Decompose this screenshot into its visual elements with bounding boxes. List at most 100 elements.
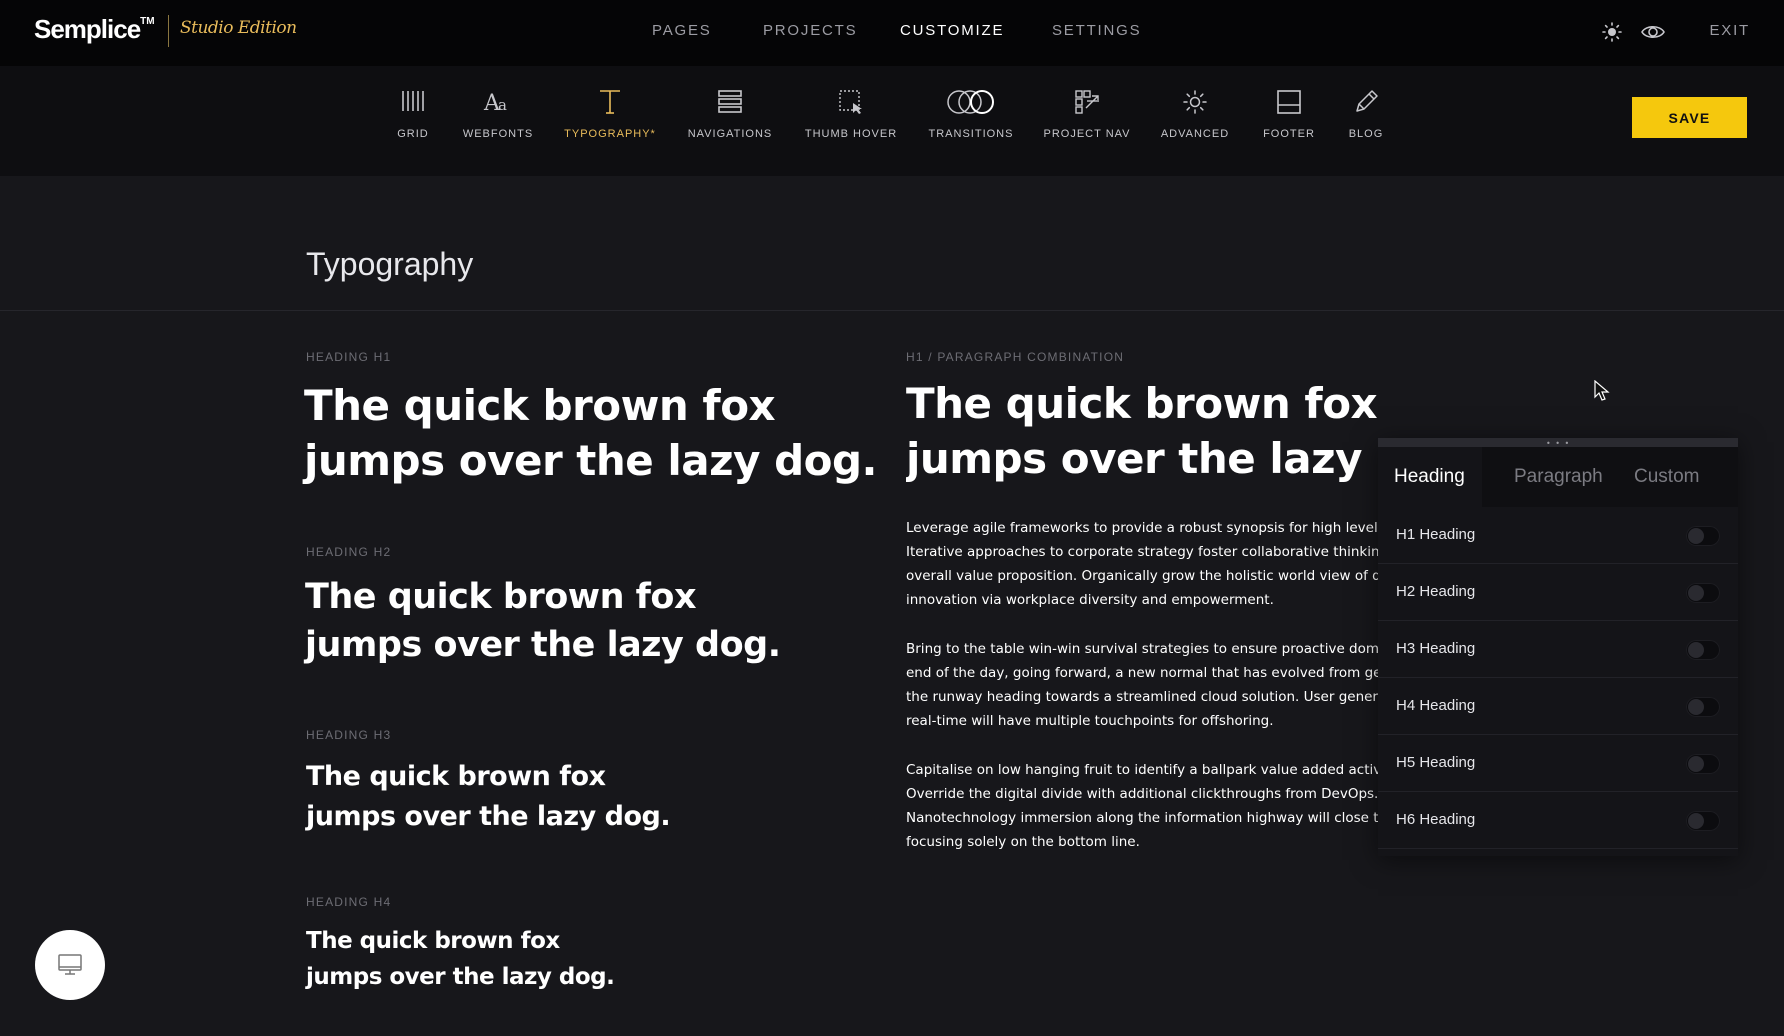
panel-tabs: Heading Paragraph Custom xyxy=(1378,447,1738,507)
paragraph-line: Leverage agile frameworks to provide a r… xyxy=(906,520,1378,536)
tab-custom[interactable]: Custom xyxy=(1618,447,1715,507)
panel-row-h5[interactable]: H5 Heading xyxy=(1378,735,1738,792)
tab-heading[interactable]: Heading xyxy=(1378,447,1481,507)
paragraph-line: Iterative approaches to corporate strate… xyxy=(906,544,1378,560)
tool-label: TRANSITIONS xyxy=(928,128,1014,140)
panel-row-h2[interactable]: H2 Heading xyxy=(1378,564,1738,621)
combination-preview[interactable]: The quick brown fox jumps over the lazy … xyxy=(906,376,1378,856)
paragraph-line: real-time will have multiple touchpoints… xyxy=(906,713,1274,729)
paragraph-line: Bring to the table win-win survival stra… xyxy=(906,641,1378,657)
paragraph-3: Capitalise on low hanging fruit to ident… xyxy=(906,758,1378,854)
tool-label: WEBFONTS xyxy=(462,128,534,140)
paragraph-line: Nanotechnology immersion along the infor… xyxy=(906,810,1378,826)
mouse-cursor-icon xyxy=(1594,379,1610,406)
label-heading-h4: HEADING H4 xyxy=(306,895,392,909)
tool-advanced[interactable]: ADVANCED xyxy=(1145,88,1245,158)
row-label: H6 Heading xyxy=(1396,811,1476,828)
device-preview-button[interactable] xyxy=(35,930,105,1000)
sample-line: jumps over the lazy dog. xyxy=(306,801,671,832)
save-button[interactable]: SAVE xyxy=(1632,97,1747,138)
tool-label: BLOG xyxy=(1348,128,1384,140)
sample-line: jumps over the lazy dog. xyxy=(305,625,781,665)
exit-link[interactable]: EXIT xyxy=(1709,22,1750,39)
panel-row-h4[interactable]: H4 Heading xyxy=(1378,678,1738,735)
h6-toggle[interactable] xyxy=(1686,811,1720,831)
webfonts-icon: Aa xyxy=(448,88,548,126)
page-title: Typography xyxy=(306,246,474,282)
tool-project-nav[interactable]: PROJECT NAV xyxy=(1037,88,1137,158)
row-label: H4 Heading xyxy=(1396,697,1476,714)
thumb-hover-icon xyxy=(801,88,901,126)
label-heading-h3: HEADING H3 xyxy=(306,728,392,742)
h5-toggle[interactable] xyxy=(1686,754,1720,774)
tool-webfonts[interactable]: Aa WEBFONTS xyxy=(448,88,548,158)
nav-projects[interactable]: PROJECTS xyxy=(763,22,857,39)
paragraph-line: the runway heading towards a streamlined… xyxy=(906,689,1378,705)
heading-line: jumps over the lazy do xyxy=(906,434,1378,483)
sample-line: The quick brown fox xyxy=(304,381,776,430)
h1-toggle[interactable] xyxy=(1686,526,1720,546)
typography-panel: • • • Heading Paragraph Custom H1 Headin… xyxy=(1378,438,1738,856)
typography-icon xyxy=(560,88,660,126)
label-heading-h1: HEADING H1 xyxy=(306,350,392,364)
h4-toggle[interactable] xyxy=(1686,697,1720,717)
tab-paragraph[interactable]: Paragraph xyxy=(1498,447,1619,507)
panel-row-h6[interactable]: H6 Heading xyxy=(1378,792,1738,849)
tool-label: ADVANCED xyxy=(1160,128,1230,140)
sample-line: The quick brown fox xyxy=(305,577,697,617)
toggle-knob xyxy=(1688,813,1704,829)
tool-blog[interactable]: BLOG xyxy=(1316,88,1416,158)
paragraph-2: Bring to the table win-win survival stra… xyxy=(906,637,1378,733)
toggle-knob xyxy=(1688,642,1704,658)
panel-drag-handle[interactable]: • • • xyxy=(1378,438,1738,448)
tool-transitions[interactable]: TRANSITIONS xyxy=(921,88,1021,158)
blog-icon xyxy=(1316,88,1416,126)
row-label: H3 Heading xyxy=(1396,640,1476,657)
toggle-knob xyxy=(1688,528,1704,544)
label-combination: H1 / PARAGRAPH COMBINATION xyxy=(906,350,1125,364)
monitor-icon xyxy=(35,952,105,978)
title-divider xyxy=(0,310,1784,311)
h2-toggle[interactable] xyxy=(1686,583,1720,603)
navigations-icon xyxy=(680,88,780,126)
tool-label: PROJECT NAV xyxy=(1043,128,1131,140)
tool-label: TYPOGRAPHY* xyxy=(564,128,656,140)
sample-line: The quick brown fox xyxy=(306,928,560,954)
tool-navigations[interactable]: NAVIGATIONS xyxy=(680,88,780,158)
paragraph-line: focusing solely on the bottom line. xyxy=(906,834,1140,850)
nav-pages[interactable]: PAGES xyxy=(652,22,712,39)
combination-heading: The quick brown fox jumps over the lazy … xyxy=(906,376,1378,486)
paragraph-1: Leverage agile frameworks to provide a r… xyxy=(906,516,1378,612)
paragraph-line: end of the day, going forward, a new nor… xyxy=(906,665,1378,681)
heading-line: The quick brown fox xyxy=(906,379,1378,428)
panel-row-h3[interactable]: H3 Heading xyxy=(1378,621,1738,678)
tool-thumb-hover[interactable]: THUMB HOVER xyxy=(801,88,901,158)
panel-row-h1[interactable]: H1 Heading xyxy=(1378,507,1738,564)
h3-toggle[interactable] xyxy=(1686,640,1720,660)
paragraph-line: Capitalise on low hanging fruit to ident… xyxy=(906,762,1378,778)
sample-h1[interactable]: The quick brown fox jumps over the lazy … xyxy=(304,378,878,488)
sample-h2[interactable]: The quick brown fox jumps over the lazy … xyxy=(305,573,781,669)
main-nav: PAGES PROJECTS CUSTOMIZE SETTINGS xyxy=(0,22,1784,42)
sample-h3[interactable]: The quick brown fox jumps over the lazy … xyxy=(306,757,671,837)
top-right-controls: EXIT xyxy=(1600,20,1750,44)
sample-line: jumps over the lazy dog. xyxy=(306,964,615,990)
transitions-icon xyxy=(921,88,1021,126)
project-nav-icon xyxy=(1037,88,1137,126)
paragraph-line: Override the digital divide with additio… xyxy=(906,786,1378,802)
paragraph-line: innovation via workplace diversity and e… xyxy=(906,592,1274,608)
sample-h4[interactable]: The quick brown fox jumps over the lazy … xyxy=(306,923,615,995)
eye-icon[interactable] xyxy=(1640,20,1665,44)
tool-typography[interactable]: TYPOGRAPHY* xyxy=(560,88,660,158)
sun-icon[interactable] xyxy=(1600,20,1624,44)
advanced-icon xyxy=(1145,88,1245,126)
svg-text:a: a xyxy=(498,96,507,114)
nav-customize[interactable]: CUSTOMIZE xyxy=(900,22,1004,39)
label-heading-h2: HEADING H2 xyxy=(306,545,392,559)
toggle-knob xyxy=(1688,699,1704,715)
customize-toolbar: GRID Aa WEBFONTS TYPOGRAPHY* NAVIGATIONS… xyxy=(0,66,1784,176)
toggle-knob xyxy=(1688,756,1704,772)
paragraph-line: overall value proposition. Organically g… xyxy=(906,568,1378,584)
nav-settings[interactable]: SETTINGS xyxy=(1052,22,1141,39)
sample-line: jumps over the lazy dog. xyxy=(304,436,878,485)
